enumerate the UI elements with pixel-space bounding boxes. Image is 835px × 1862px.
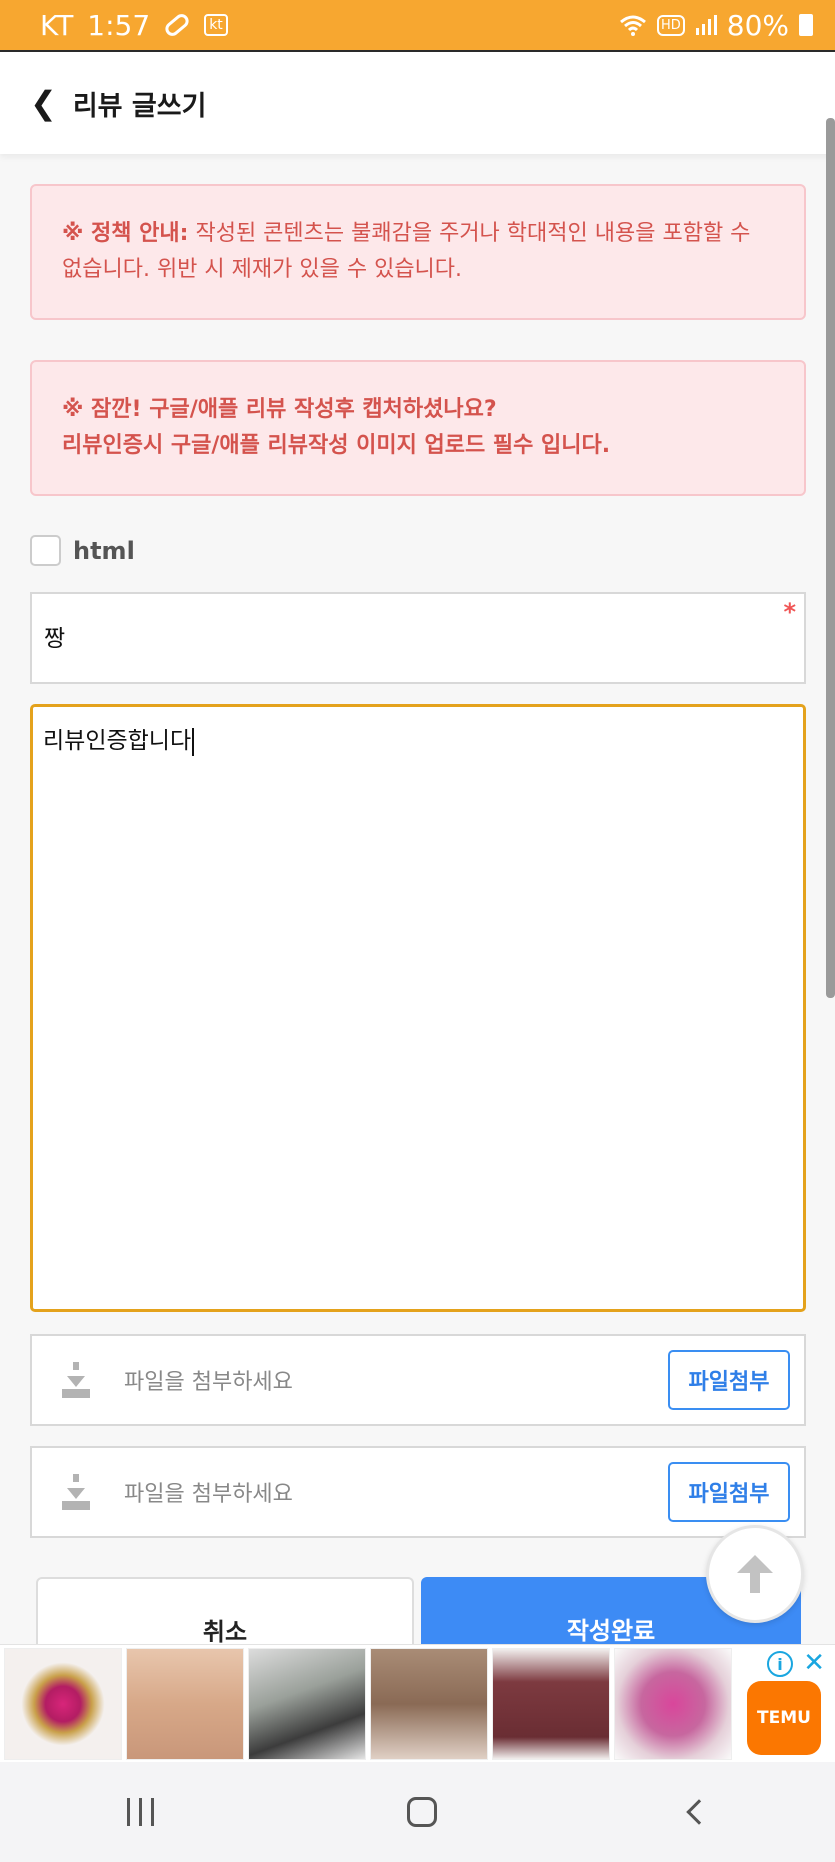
battery-percent: 80% (726, 8, 789, 42)
signal-icon (695, 15, 717, 35)
ad-product-sneakers[interactable] (248, 1647, 366, 1760)
content-text[interactable]: 리뷰인증합니다 (43, 721, 195, 756)
scroll-to-top-button[interactable] (706, 1525, 804, 1623)
clock: 1:57 (87, 8, 151, 42)
pill-icon (162, 11, 192, 39)
system-nav-bar (0, 1762, 835, 1862)
hd-voice-icon: HD (656, 14, 685, 36)
policy-notice-text: ※ 정책 안내: 작성된 콘텐츠는 불쾌감을 주거나 학대적인 내용을 포함할 … (62, 216, 774, 288)
policy-notice: ※ 정책 안내: 작성된 콘텐츠는 불쾌감을 주거나 학대적인 내용을 포함할 … (30, 184, 806, 320)
status-bar: KT 1:57 kt HD 80% (0, 0, 835, 52)
back-nav-icon[interactable] (686, 1799, 713, 1825)
file-attach-button[interactable]: 파일첨부 (668, 1350, 790, 1410)
html-checkbox-label[interactable]: html (73, 537, 135, 565)
content-value: 리뷰인증합니다 (43, 728, 192, 754)
capture-notice: ※ 잠깐! 구글/애플 리뷰 작성후 캡처하셨나요? 리뷰인증시 구글/애플 리… (30, 360, 806, 496)
required-mark: * (783, 598, 796, 626)
wifi-icon (620, 15, 646, 36)
ad-product-phone-case[interactable] (492, 1647, 610, 1760)
temu-logo[interactable]: TEMU (747, 1681, 821, 1755)
arrow-up-icon (737, 1555, 773, 1573)
download-icon (62, 1362, 90, 1398)
home-icon[interactable] (406, 1797, 437, 1827)
page-header: ❮ 리뷰 글쓰기 (0, 52, 835, 154)
html-checkbox[interactable] (30, 535, 61, 566)
ad-product-crystals[interactable] (614, 1647, 732, 1760)
page-title: 리뷰 글쓰기 (72, 90, 207, 122)
kt-app-icon: kt (204, 14, 228, 36)
html-option: html (30, 535, 135, 566)
ad-product-ring[interactable] (4, 1647, 122, 1760)
download-icon (62, 1474, 90, 1510)
file-placeholder: 파일을 첨부하세요 (124, 1482, 293, 1507)
ad-info-icon[interactable]: i (767, 1651, 793, 1677)
title-input[interactable] (42, 622, 742, 650)
policy-notice-label: ※ 정책 안내: (62, 221, 189, 246)
ad-close-icon[interactable]: ✕ (803, 1649, 825, 1677)
capture-notice-line1: ※ 잠깐! 구글/애플 리뷰 작성후 캡처하셨나요? (62, 397, 497, 422)
ad-product-bra[interactable] (126, 1647, 244, 1760)
file-attach-row: 파일을 첨부하세요 파일첨부 (30, 1334, 806, 1426)
back-arrow-icon[interactable]: ❮ (30, 87, 57, 119)
capture-notice-line2: 리뷰인증시 구글/애플 리뷰작성 이미지 업로드 필수 입니다. (62, 433, 611, 458)
content-textarea[interactable]: 리뷰인증합니다 (30, 704, 806, 1312)
ad-product-top[interactable] (370, 1647, 488, 1760)
file-attach-row: 파일을 첨부하세요 파일첨부 (30, 1446, 806, 1538)
ad-banner[interactable]: i ✕ TEMU (0, 1644, 835, 1762)
text-cursor (192, 727, 195, 756)
carrier-label: KT (40, 8, 74, 42)
file-placeholder: 파일을 첨부하세요 (124, 1370, 293, 1395)
battery-icon (799, 14, 813, 36)
recent-apps-icon[interactable] (126, 1798, 154, 1826)
file-attach-button[interactable]: 파일첨부 (668, 1462, 790, 1522)
page-scrollbar[interactable] (826, 118, 835, 998)
title-field[interactable]: * (30, 592, 806, 684)
